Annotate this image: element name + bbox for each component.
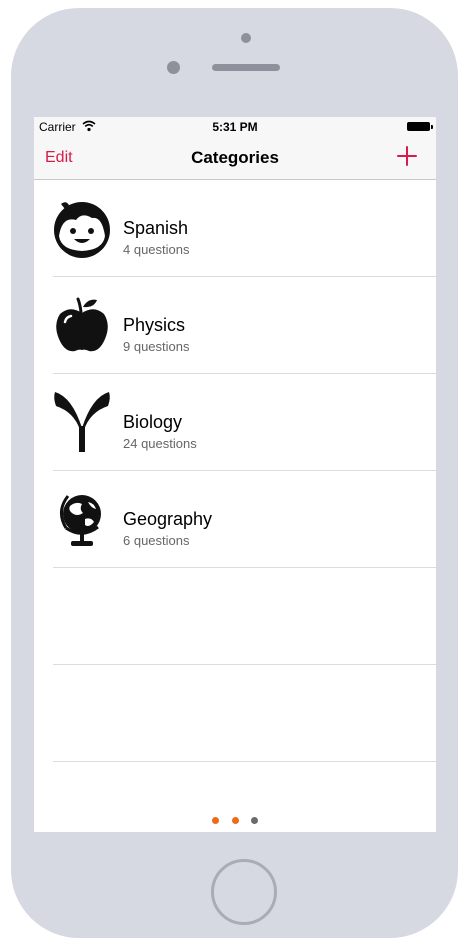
category-title: Spanish (123, 218, 189, 238)
page-title: Categories (191, 148, 279, 167)
front-camera (167, 61, 180, 74)
category-row-physics[interactable]: Physics 9 questions (34, 277, 436, 374)
sprout-icon (54, 392, 110, 452)
category-title: Physics (123, 315, 186, 335)
category-list: Spanish 4 questions Physics 9 questions … (34, 180, 436, 762)
plus-icon[interactable] (396, 145, 418, 167)
category-row-spanish[interactable]: Spanish 4 questions (34, 180, 436, 277)
page-indicator[interactable] (34, 811, 436, 829)
child-face-icon (54, 202, 110, 258)
status-time: 5:31 PM (212, 120, 258, 134)
earpiece-speaker (212, 64, 280, 71)
navigation-bar: Edit Categories (34, 137, 436, 180)
globe-icon (60, 495, 101, 546)
category-row-geography[interactable]: Geography 6 questions (34, 471, 436, 568)
app-screen: Carrier 5:31 PM Edit Categories Spanish (34, 117, 436, 832)
apple-icon (56, 297, 108, 352)
empty-row (34, 568, 436, 665)
question-count: 24 questions (123, 436, 197, 451)
category-title: Biology (123, 412, 183, 432)
question-count: 4 questions (123, 242, 190, 257)
page-dot[interactable] (212, 817, 220, 824)
empty-row (34, 665, 436, 762)
page-dot[interactable] (250, 817, 258, 824)
page-dot[interactable] (231, 817, 239, 824)
category-title: Geography (123, 509, 213, 529)
question-count: 6 questions (123, 533, 190, 548)
proximity-sensor (241, 33, 251, 43)
home-button[interactable] (211, 859, 277, 925)
category-row-biology[interactable]: Biology 24 questions (34, 374, 436, 471)
status-bar: Carrier 5:31 PM (34, 117, 436, 137)
question-count: 9 questions (123, 339, 190, 354)
battery-icon (407, 122, 433, 131)
